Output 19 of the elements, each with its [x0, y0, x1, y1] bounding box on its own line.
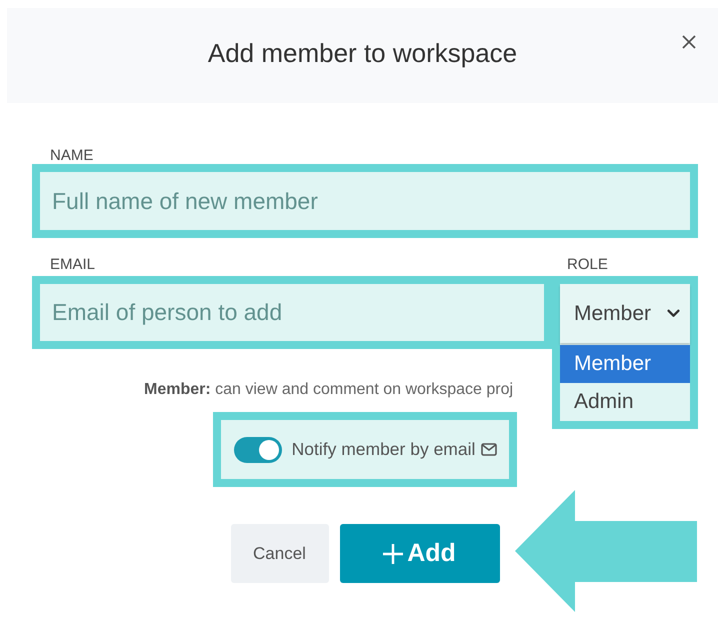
close-icon	[682, 35, 696, 49]
role-select[interactable]: Member	[560, 284, 690, 343]
field-label: EMAIL	[49, 256, 96, 273]
name-field[interactable]: Full name of new member	[32, 164, 698, 238]
field-label: NAME	[49, 147, 94, 164]
dropdown-option[interactable]: Member	[560, 345, 690, 383]
close-button[interactable]	[682, 35, 696, 49]
role-description: Member: can view and comment on workspace proj	[144, 380, 514, 400]
plus-icon	[383, 544, 404, 564]
chevron-down-icon	[667, 309, 680, 318]
add-button[interactable]: Add	[340, 524, 500, 583]
dropdown-option[interactable]: Admin	[560, 383, 690, 421]
field-label: ROLE	[566, 256, 609, 273]
envelope-icon	[481, 443, 498, 456]
notify-label: Notify member by email	[292, 439, 476, 460]
email-field[interactable]: Email of person to add	[32, 276, 552, 349]
cancel-button[interactable]: Cancel	[230, 524, 328, 583]
dialog-title: Add member to workspace	[208, 38, 518, 69]
toggle-switch[interactable]	[234, 436, 282, 462]
